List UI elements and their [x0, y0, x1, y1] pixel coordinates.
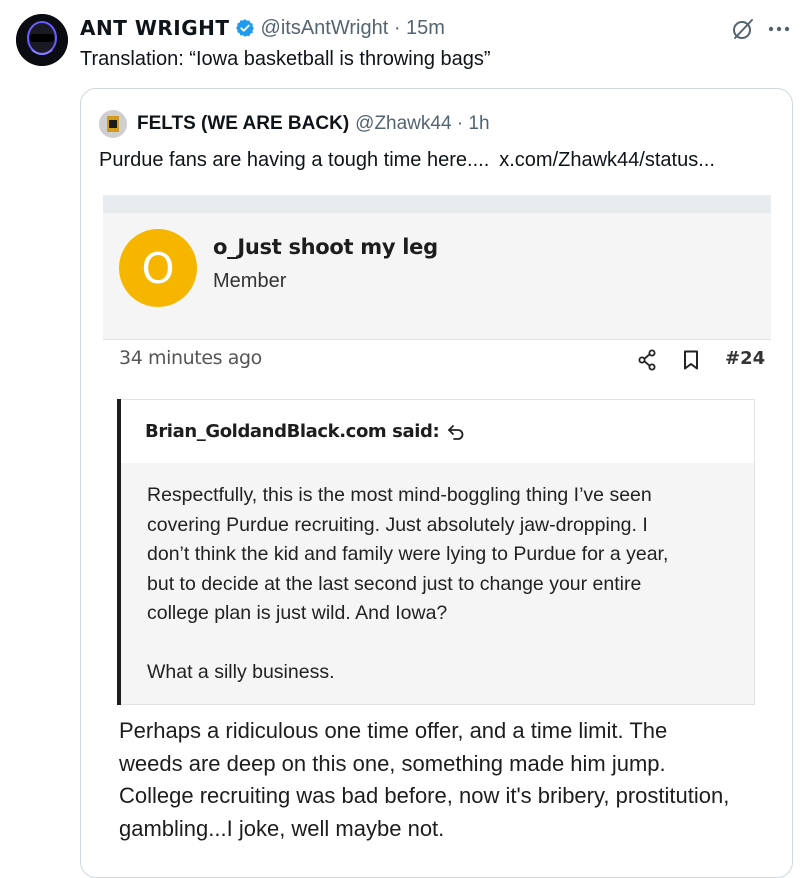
attached-forum-screenshot[interactable]: O o_Just shoot my leg Member 34 minutes …	[103, 195, 771, 877]
forum-quote-line: don’t think the kid and family were lyin…	[147, 543, 669, 565]
quoted-author-avatar[interactable]	[99, 110, 127, 138]
forum-quote-block: Brian_GoldandBlack.com said: Respectfull…	[117, 399, 755, 705]
forum-quote-text: Respectfully, this is the most mind-bogg…	[147, 481, 737, 687]
quoted-tweet-link[interactable]: x.com/Zhawk44/status...	[499, 149, 715, 171]
forum-reply-line: Perhaps a ridiculous one time offer, and…	[119, 718, 668, 743]
bookmark-icon	[684, 350, 698, 370]
forum-quote-line: covering Purdue recruiting. Just absolut…	[147, 513, 648, 536]
forum-reply-text: Perhaps a ridiculous one time offer, and…	[119, 715, 769, 845]
forum-top-bar	[103, 195, 771, 213]
jump-to-quote-icon	[448, 424, 464, 440]
quoted-tweet-body: Purdue fans are having a tough time here…	[99, 149, 490, 171]
forum-reply-line: weeds are deep on this one, something ma…	[119, 750, 666, 776]
quoted-author-name[interactable]: FELTS (WE ARE BACK)	[137, 113, 349, 135]
forum-quote-line: but to decide at the last second just to…	[147, 572, 642, 595]
quoted-tweet-card[interactable]: FELTS (WE ARE BACK) @Zhawk44 · 1h Purdue…	[80, 88, 793, 878]
quoted-tweet-text: Purdue fans are having a tough time here…	[99, 146, 715, 174]
forum-reply-line: gambling...I joke, well maybe not.	[119, 815, 445, 841]
more-icon[interactable]	[766, 22, 792, 36]
forum-quote-line: college plan is just wild. And Iowa?	[147, 602, 448, 624]
share-icon	[638, 349, 656, 371]
forum-quote-line: Respectfully, this is the most mind-bogg…	[147, 484, 652, 506]
quoted-author-handle-time[interactable]: @Zhawk44 · 1h	[355, 113, 489, 135]
forum-username: o_Just shoot my leg	[213, 235, 438, 259]
forum-quote-line: What a silly business.	[147, 660, 335, 683]
author-avatar[interactable]	[16, 14, 68, 66]
tweet-header: ANT WRIGHT @itsAntWright · 15m	[80, 16, 445, 40]
verified-badge-icon	[235, 19, 254, 37]
forum-user-avatar: O	[119, 229, 197, 307]
forum-reply-line: College recruiting was bad before, now i…	[119, 783, 730, 808]
author-display-name[interactable]: ANT WRIGHT	[80, 16, 230, 40]
author-handle-time[interactable]: @itsAntWright · 15m	[261, 17, 445, 40]
forum-user-role: Member	[213, 270, 287, 292]
forum-post-number: #24	[725, 348, 766, 369]
quoted-tweet-header: FELTS (WE ARE BACK) @Zhawk44 · 1h	[137, 111, 490, 137]
grok-icon[interactable]	[731, 17, 755, 41]
tweet-text: Translation: “Iowa basketball is throwin…	[80, 48, 491, 70]
forum-user-box: O o_Just shoot my leg Member	[103, 213, 771, 340]
forum-quote-author: Brian_GoldandBlack.com said:	[145, 421, 440, 442]
forum-post-time: 34 minutes ago	[119, 347, 262, 369]
forum-quote-header: Brian_GoldandBlack.com said:	[121, 399, 755, 463]
